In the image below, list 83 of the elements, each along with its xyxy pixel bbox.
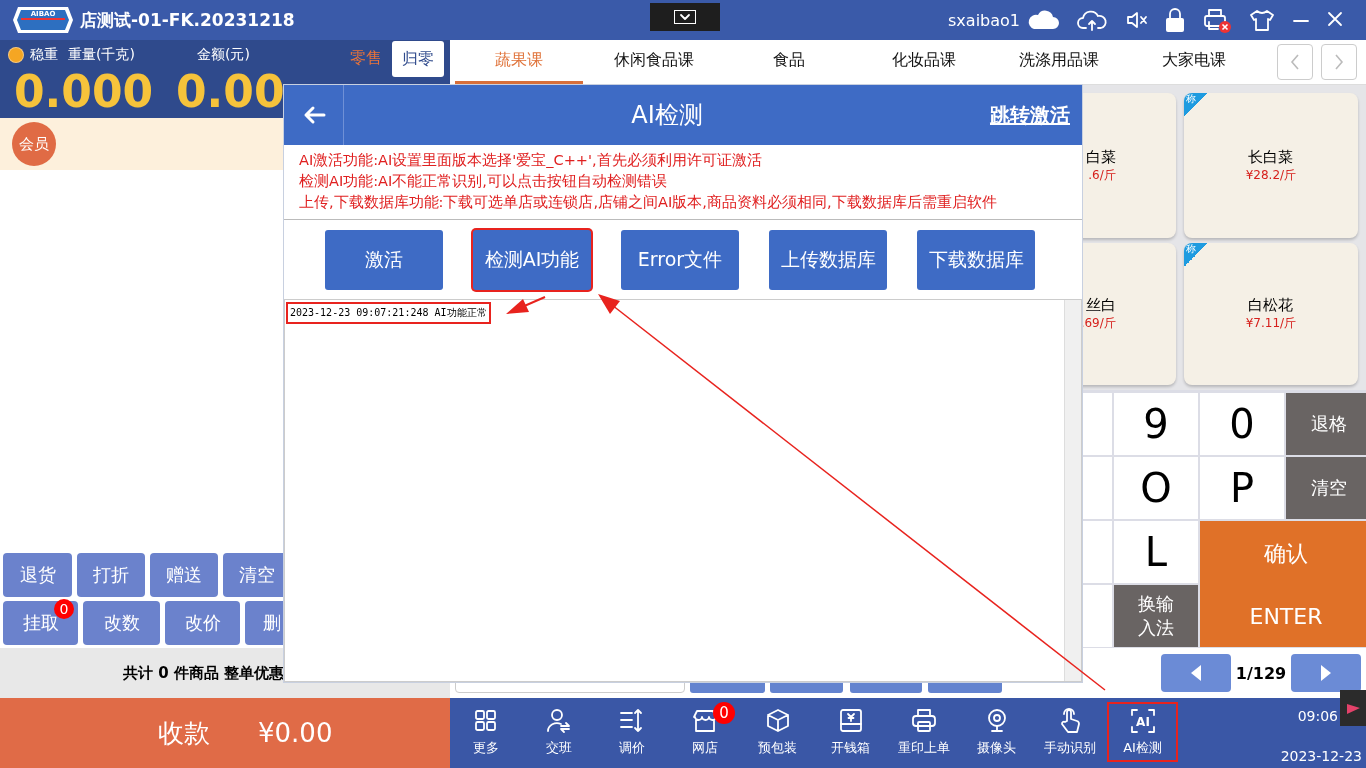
cloud-icon (1026, 8, 1060, 32)
function-key[interactable]: 退格 (1286, 393, 1366, 455)
order-summary: 共计 0 件商品 整单优惠 (123, 663, 285, 683)
weight-label: 重量(千克) (68, 46, 136, 64)
product-name: 白菜 (1085, 147, 1116, 167)
toolbar-item[interactable]: 交班 (523, 702, 594, 762)
tshirt-icon[interactable] (1248, 8, 1276, 32)
status-label: 稳重 (30, 46, 59, 64)
amount-value: 0.00 (176, 70, 285, 114)
toolbar-item[interactable]: AI AI检测 (1107, 702, 1178, 762)
action-button[interactable]: 检测AI功能 (473, 230, 591, 290)
action-button[interactable]: 上传数据库 (769, 230, 887, 290)
toolbar-item[interactable]: 手动识别 (1034, 702, 1105, 762)
action-button[interactable]: 激活 (325, 230, 443, 290)
lock-icon[interactable] (1164, 7, 1186, 33)
annotation-arrow (506, 296, 546, 314)
count-badge: 0 (713, 702, 735, 724)
cloud-upload-icon[interactable] (1076, 8, 1108, 32)
zero-button[interactable]: 归零 (392, 41, 444, 77)
page-indicator: 1/129 (1234, 664, 1288, 683)
instruction-text: 检测AI功能:AI不能正常识别,可以点击按钮自动检测错误 (299, 172, 668, 191)
printer-icon (909, 707, 938, 735)
action-button[interactable]: 打折 (77, 553, 145, 597)
function-key[interactable]: 换输入法 (1114, 585, 1198, 647)
category-tab[interactable]: 食品 (725, 40, 853, 84)
keyboard-key[interactable]: L (1114, 521, 1198, 583)
category-tab[interactable]: 大家电课 (1130, 40, 1258, 84)
toolbar-item[interactable]: 开钱箱 (815, 702, 886, 762)
category-tab[interactable]: 化妆品课 (860, 40, 988, 84)
product-price: ¥7.11/斤 (1245, 315, 1297, 332)
keyboard-key[interactable]: P (1200, 457, 1284, 519)
product-name: 丝白 (1085, 296, 1116, 315)
triangle-left-icon (1189, 664, 1203, 682)
previous-page-button[interactable] (1161, 654, 1231, 692)
user-swap-icon (544, 707, 573, 735)
clock-date: 2023-12-23 (1280, 748, 1362, 764)
flag-icon[interactable] (1340, 690, 1366, 726)
toolbar-item[interactable]: 摄像头 (961, 702, 1032, 762)
product-tile[interactable]: 长白菜 ¥28.2/斤 称 (1183, 93, 1358, 238)
product-price: .6/斤 (1088, 166, 1116, 184)
function-key[interactable]: 清空 (1286, 457, 1366, 519)
keyboard-key[interactable]: 9 (1114, 393, 1198, 455)
amount-label: 金额(元) (197, 46, 250, 64)
product-price: .69/斤 (1080, 315, 1116, 332)
product-name: 长白菜 (1248, 147, 1294, 167)
chevron-right-icon (1333, 53, 1345, 71)
action-button[interactable]: 改价 (165, 601, 240, 645)
instruction-text: 上传,下载数据库功能:下载可选单店或连锁店,店铺之间AI版本,商品资料必须相同,下载数据库后需重启软件 (299, 193, 998, 212)
dropdown-button[interactable] (650, 3, 720, 31)
category-tab[interactable]: 洗涤用品课 (995, 40, 1123, 84)
action-button[interactable]: Error文件 (621, 230, 739, 290)
toolbar-item[interactable]: 重印上单 (888, 702, 959, 762)
keyboard-key[interactable]: O (1114, 457, 1198, 519)
user-name: sxaibao1 (948, 10, 1020, 30)
toolbar-item[interactable]: 预包装 (742, 702, 813, 762)
product-tile[interactable]: 白松花 ¥7.11/斤 称 (1183, 243, 1358, 385)
toolbar-item[interactable]: 更多 (450, 702, 521, 762)
weight-value: 0.000 (14, 70, 155, 114)
printer-icon[interactable] (1202, 7, 1232, 33)
confirm-label: 确认 (1264, 539, 1308, 568)
chevron-left-icon (1289, 53, 1301, 71)
toolbar-item[interactable]: 网店 0 (669, 702, 740, 762)
triangle-right-icon (1319, 664, 1333, 682)
next-page-button[interactable] (1291, 654, 1361, 692)
action-button[interactable]: 改数 (83, 601, 160, 645)
clock-time: 09:06 (1297, 708, 1338, 724)
dialog-title: AI检测 (630, 100, 704, 131)
keyboard-key[interactable]: 0 (1200, 393, 1284, 455)
action-button[interactable]: 赠送 (150, 553, 218, 597)
product-price: ¥28.2/斤 (1245, 166, 1297, 184)
weighed-badge: 称 (1183, 243, 1208, 267)
window-title: 店测试-01-FK.20231218 (80, 8, 295, 32)
toolbar-item[interactable]: 调价 (596, 702, 667, 762)
enter-label: ENTER (1249, 604, 1323, 630)
action-button[interactable]: 下载数据库 (917, 230, 1035, 290)
chevron-down-icon (674, 10, 696, 24)
action-button[interactable]: 退货 (3, 553, 72, 597)
category-tab[interactable]: 休闲食品课 (590, 40, 718, 84)
weighed-badge: 称 (1183, 93, 1208, 117)
status-dot (8, 47, 24, 63)
product-name: 白松花 (1248, 296, 1294, 315)
instruction-text: AI激活功能:AI设置里面版本选择'爱宝_C++',首先必须利用许可证激活 (299, 151, 763, 170)
sale-mode-label: 零售 (350, 48, 382, 69)
